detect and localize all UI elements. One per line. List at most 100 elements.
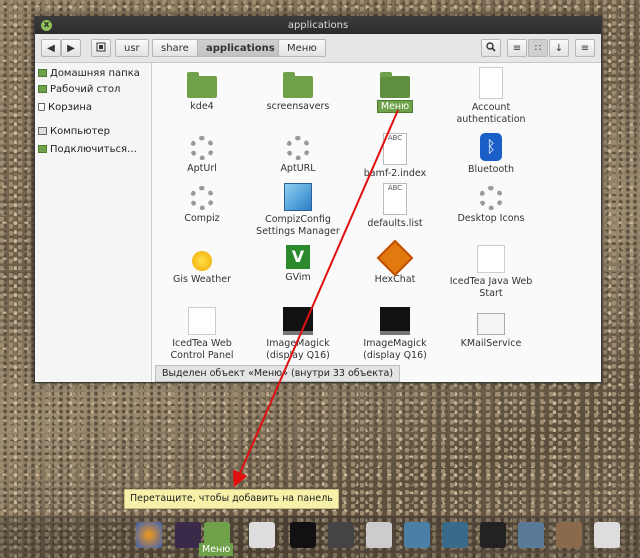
file-label: kde4 (190, 101, 214, 112)
file-item-menu-selected[interactable]: Меню (347, 69, 443, 113)
file-label: KMailService (460, 338, 522, 349)
files-icon[interactable] (249, 522, 275, 548)
sidebar: Домашняя папка Рабочий стол Корзина Комп… (35, 63, 152, 382)
file-item-icedtea-javaws[interactable]: IcedTea Java Web Start (443, 245, 539, 300)
gear-icon (479, 186, 503, 210)
sidebar-item-label: Компьютер (50, 126, 110, 137)
editor-icon[interactable] (328, 522, 354, 548)
file-manager-window: x applications ◀ ▶ usr share application… (34, 16, 602, 383)
file-label: Gis Weather (173, 274, 231, 285)
list-view-button[interactable]: ≡ (507, 39, 527, 57)
file-item-gis-weather[interactable]: Gis Weather (154, 245, 250, 286)
network-icon (38, 145, 47, 153)
file-item-icedtea-control[interactable]: IcedTea Web Control Panel (154, 307, 250, 362)
camera-icon[interactable] (366, 522, 392, 548)
file-item-kmailservice[interactable]: KMailService (443, 307, 539, 350)
file-label: IcedTea Java Web Start (449, 276, 533, 299)
breadcrumb-usr[interactable]: usr (115, 39, 149, 57)
mail-icon (477, 313, 505, 335)
file-item-imagemagick-2[interactable]: ImageMagick (display Q16) (347, 307, 443, 362)
sidebar-item-desktop[interactable]: Рабочий стол (38, 83, 120, 97)
toggle-location-button[interactable] (91, 39, 111, 57)
document-icon (479, 67, 503, 99)
file-item-ccsm[interactable]: CompizConfig Settings Manager (250, 183, 346, 238)
breadcrumb-menu[interactable]: Меню (278, 39, 326, 57)
file-item-bluetooth[interactable]: ᛒ Bluetooth (443, 133, 539, 176)
file-label: ImageMagick (display Q16) (266, 338, 330, 361)
file-item-gvim[interactable]: V GVim (250, 245, 346, 284)
file-label: Desktop Icons (457, 213, 525, 224)
location-toggle-icon (96, 42, 106, 52)
menu-button[interactable]: ≡ (575, 39, 595, 57)
monitor-icon (283, 307, 313, 335)
file-label: Меню (376, 100, 414, 113)
app-icon[interactable] (404, 522, 430, 548)
window-title: applications (287, 20, 349, 31)
forward-button[interactable]: ▶ (61, 39, 81, 57)
file-item-desktop-icons[interactable]: Desktop Icons (443, 183, 539, 225)
settings-icon[interactable] (594, 522, 620, 548)
file-item-account-authentication[interactable]: Account authentication (443, 67, 539, 126)
hexchat-icon (376, 239, 414, 277)
close-window-icon[interactable]: x (41, 20, 52, 31)
sidebar-item-label: Подключиться… (50, 144, 138, 155)
bottom-panel (0, 516, 640, 558)
search-button[interactable] (481, 39, 501, 57)
sidebar-item-label: Корзина (48, 102, 93, 113)
title-bar[interactable]: x applications (35, 17, 601, 34)
gear-icon (286, 136, 310, 160)
eye-icon[interactable] (556, 522, 582, 548)
file-item-defaults-list[interactable]: ABC defaults.list (347, 183, 443, 230)
file-item-imagemagick-1[interactable]: ImageMagick (display Q16) (250, 307, 346, 362)
file-label: screensavers (266, 101, 330, 112)
gear-icon (190, 136, 214, 160)
status-bar: Выделен объект «Меню» (внутри 33 объекта… (155, 365, 401, 382)
text-document-icon: ABC (383, 183, 407, 215)
search-icon (486, 42, 496, 52)
video-icon[interactable] (480, 522, 506, 548)
file-item-bamf-index[interactable]: ABC bamf-2.index (347, 133, 443, 180)
sidebar-item-computer[interactable]: Компьютер (38, 125, 110, 139)
bluetooth-icon: ᛒ (480, 133, 502, 161)
back-button[interactable]: ◀ (41, 39, 61, 57)
file-item-apturl[interactable]: AptUrl (154, 133, 250, 175)
icon-view-button[interactable]: ∷ (528, 39, 548, 57)
media-icon[interactable] (518, 522, 544, 548)
file-item-screensavers[interactable]: screensavers (250, 69, 346, 113)
file-label: Compiz (184, 213, 220, 224)
file-label: IcedTea Web Control Panel (170, 338, 234, 361)
docs-icon[interactable] (442, 522, 468, 548)
vim-icon: V (286, 245, 310, 269)
sidebar-item-home[interactable]: Домашняя папка (38, 67, 140, 81)
trash-icon (38, 103, 45, 111)
app-launcher-icon[interactable] (175, 522, 201, 548)
sidebar-item-label: Домашняя папка (50, 68, 140, 79)
computer-icon (38, 127, 47, 135)
terminal-icon[interactable] (290, 522, 316, 548)
firefox-icon[interactable] (136, 522, 162, 548)
file-label: bamf-2.index (363, 168, 427, 179)
file-label: Bluetooth (467, 164, 515, 175)
file-label: Account authentication (456, 102, 526, 125)
drag-tooltip: Перетащите, чтобы добавить на панель (124, 489, 339, 509)
ccsm-icon (284, 183, 312, 211)
file-item-hexchat[interactable]: HexChat (347, 239, 443, 286)
breadcrumb-applications[interactable]: applications (197, 39, 284, 57)
file-label: AptURL (280, 163, 316, 174)
sidebar-item-trash[interactable]: Корзина (38, 101, 92, 115)
file-label: CompizConfig Settings Manager (256, 214, 340, 237)
breadcrumb-share[interactable]: share (152, 39, 198, 57)
sidebar-item-network[interactable]: Подключиться… (38, 143, 137, 157)
file-label: defaults.list (367, 218, 423, 229)
java-icon (188, 307, 216, 335)
file-label: ImageMagick (display Q16) (363, 338, 427, 361)
file-item-apturl-2[interactable]: AptURL (250, 133, 346, 175)
file-label: AptUrl (187, 163, 217, 174)
file-item-kde4[interactable]: kde4 (154, 69, 250, 113)
folder-icon (380, 72, 410, 98)
sort-button[interactable]: ↓ (549, 39, 569, 57)
toolbar: ◀ ▶ usr share applications Меню ≡ ∷ ↓ ≡ (35, 34, 601, 63)
monitor-icon (380, 307, 410, 335)
folder-icon (283, 72, 313, 98)
file-item-compiz[interactable]: Compiz (154, 183, 250, 225)
